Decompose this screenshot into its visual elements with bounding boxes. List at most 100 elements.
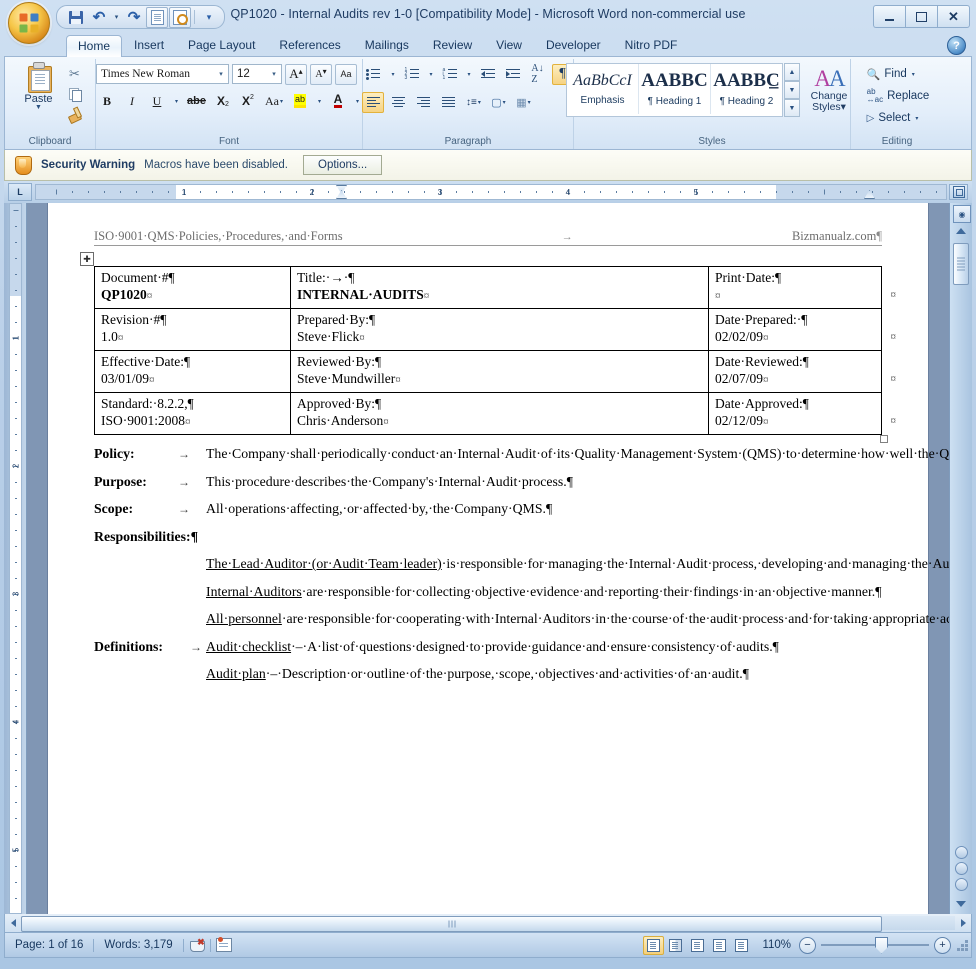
numbering-button[interactable]: 123 <box>401 64 423 85</box>
cell-standard[interactable]: Standard:·8.2.2,¶ ISO·9001:2008¤ <box>94 392 291 435</box>
chevron-down-icon[interactable]: ▾ <box>214 70 228 78</box>
align-left-button[interactable] <box>362 91 385 113</box>
style-heading-2[interactable]: AABBC̲ ¶ Heading 2 <box>711 64 782 114</box>
table-resize-handle[interactable] <box>880 435 888 443</box>
underline-dropdown-icon[interactable]: ▾ <box>171 91 181 112</box>
tab-references[interactable]: References <box>267 34 352 56</box>
strikethrough-button[interactable]: abe <box>184 91 209 112</box>
font-color-dropdown-icon[interactable]: ▾ <box>352 91 362 112</box>
tab-review[interactable]: Review <box>421 34 484 56</box>
multilevel-dropdown-icon[interactable]: ▾ <box>464 64 474 85</box>
close-button[interactable]: ✕ <box>937 5 970 28</box>
section-body[interactable]: All·operations·affecting,·or·affected·by… <box>206 500 882 519</box>
page-indicator[interactable]: Page: 1 of 16 <box>5 939 93 951</box>
change-styles-arrow[interactable]: ▾ <box>841 101 846 113</box>
sort-button[interactable]: A↓ Z <box>527 63 549 85</box>
select-browse-object-icon[interactable]: ◉ <box>953 205 971 223</box>
previous-page-button[interactable] <box>954 846 968 859</box>
resize-grip[interactable] <box>955 938 969 952</box>
cell-approved-by[interactable]: Approved·By:¶ Chris·Anderson¤ <box>290 392 709 435</box>
scroll-down-button[interactable] <box>950 894 972 914</box>
find-dropdown-icon[interactable]: ▾ <box>912 71 915 78</box>
font-color-button[interactable]: A <box>327 91 349 112</box>
shading-button[interactable]: ▢ ▾ <box>487 92 509 113</box>
save-icon[interactable] <box>65 7 87 28</box>
section-body[interactable]: This·procedure·describes·the·Company's·I… <box>206 473 882 492</box>
decrease-indent-button[interactable] <box>477 64 499 85</box>
full-screen-reading-view-button[interactable] <box>665 936 686 955</box>
justify-button[interactable] <box>437 92 459 113</box>
chevron-down-icon[interactable]: ▾ <box>267 70 281 78</box>
cell-effective-date[interactable]: Effective·Date:¶ 03/01/09¤ <box>94 350 291 393</box>
styles-more-icon[interactable]: ▼ <box>784 99 800 117</box>
responsibility-lead-auditor[interactable]: The·Lead·Auditor·(or·Audit·Team·leader)·… <box>206 555 949 574</box>
tab-mailings[interactable]: Mailings <box>353 34 421 56</box>
table-move-handle[interactable]: ✚ <box>80 252 94 266</box>
minimize-button[interactable] <box>873 5 905 28</box>
subscript-button[interactable]: X2 <box>212 91 234 112</box>
customize-qat-icon[interactable]: ▾ <box>198 7 220 28</box>
italic-button[interactable]: I <box>121 91 143 112</box>
hanging-indent-marker[interactable] <box>336 190 347 199</box>
zoom-level[interactable]: 110% <box>758 939 799 951</box>
cell-prepared-by[interactable]: Prepared·By:¶ Steve·Flick¤ <box>290 308 709 351</box>
proofing-errors-icon[interactable] <box>184 937 210 952</box>
tab-nitro-pdf[interactable]: Nitro PDF <box>613 34 690 56</box>
copy-button[interactable] <box>65 85 85 103</box>
responsibility-internal-auditors[interactable]: Internal·Auditors·are·responsible·for·co… <box>206 583 882 602</box>
new-document-icon[interactable] <box>146 6 168 28</box>
horizontal-scrollbar[interactable] <box>4 914 972 933</box>
increase-indent-button[interactable] <box>502 64 524 85</box>
help-icon[interactable]: ? <box>947 36 966 55</box>
style-heading-1[interactable]: AABBC ¶ Heading 1 <box>639 64 711 114</box>
cell-document-number[interactable]: Document·#¶ QP1020¤ <box>94 266 291 309</box>
align-right-button[interactable] <box>412 92 434 113</box>
multilevel-list-button[interactable]: ai1 <box>439 64 461 85</box>
styles-scroll-down-icon[interactable]: ▼ <box>784 81 800 99</box>
paste-button[interactable]: Paste ▼ <box>16 62 62 111</box>
horizontal-scroll-thumb[interactable] <box>21 916 883 932</box>
change-case-button[interactable]: Aa ▾ <box>262 91 286 112</box>
view-ruler-toggle[interactable] <box>949 184 968 200</box>
clear-formatting-button[interactable]: Aa <box>334 63 357 85</box>
undo-dropdown-icon[interactable]: ▾ <box>111 7 122 28</box>
horizontal-scroll-track[interactable] <box>21 916 955 932</box>
scroll-right-button[interactable] <box>955 919 971 927</box>
borders-button[interactable]: ▦ ▾ <box>512 92 534 113</box>
bullets-dropdown-icon[interactable]: ▾ <box>387 64 397 85</box>
format-painter-button[interactable] <box>65 105 85 123</box>
print-layout-view-button[interactable] <box>643 935 665 955</box>
vertical-ruler[interactable]: 1 2 3 4 5 <box>4 203 27 914</box>
grow-font-button[interactable]: A ▴ <box>284 63 307 85</box>
tab-view[interactable]: View <box>484 34 534 56</box>
font-name-combobox[interactable]: Times New Roman ▾ <box>95 64 229 84</box>
zoom-slider-thumb[interactable] <box>875 936 888 954</box>
select-dropdown-icon[interactable]: ▾ <box>915 115 918 122</box>
replace-button[interactable]: ab ↔ac Replace <box>865 86 930 106</box>
scroll-up-button[interactable] <box>950 221 972 241</box>
undo-icon[interactable]: ↶ <box>88 7 110 28</box>
cell-print-date[interactable]: Print·Date:¶ ¤ ¤ <box>708 266 896 309</box>
line-spacing-button[interactable]: ↕≡ ▾ <box>462 92 484 113</box>
security-options-button[interactable]: Options... <box>303 155 383 175</box>
document-page[interactable]: ISO·9001·QMS·Policies,·Procedures,·and·F… <box>48 203 949 914</box>
maximize-restore-button[interactable] <box>905 5 937 28</box>
cell-date-prepared[interactable]: Date·Prepared:·¶ 02/02/09¤ ¤ <box>708 308 896 351</box>
highlight-dropdown-icon[interactable]: ▾ <box>314 91 324 112</box>
document-canvas[interactable]: ISO·9001·QMS·Policies,·Procedures,·and·F… <box>27 203 949 914</box>
horizontal-ruler[interactable]: 1 2 3 4 5 <box>35 184 947 200</box>
cell-title[interactable]: Title:·→·¶ INTERNAL·AUDITS¤ <box>290 266 709 309</box>
shrink-font-button[interactable]: A ▾ <box>309 63 332 85</box>
office-button[interactable] <box>8 2 50 44</box>
select-button[interactable]: ▷ Select ▾ <box>865 108 919 128</box>
cell-date-approved[interactable]: Date·Approved:¶ 02/12/09¤ ¤ <box>708 392 896 435</box>
tab-developer[interactable]: Developer <box>534 34 613 56</box>
paste-dropdown-arrow[interactable]: ▼ <box>35 104 42 111</box>
zoom-slider[interactable] <box>821 936 929 954</box>
superscript-button[interactable]: X2 <box>237 91 259 112</box>
cell-date-reviewed[interactable]: Date·Reviewed:¶ 02/07/09¤ ¤ <box>708 350 896 393</box>
bold-button[interactable]: B <box>96 91 118 112</box>
style-emphasis[interactable]: AaBbCcI Emphasis <box>567 64 639 114</box>
word-count[interactable]: Words: 3,179 <box>94 939 182 951</box>
font-size-combobox[interactable]: 12 ▾ <box>231 64 282 84</box>
